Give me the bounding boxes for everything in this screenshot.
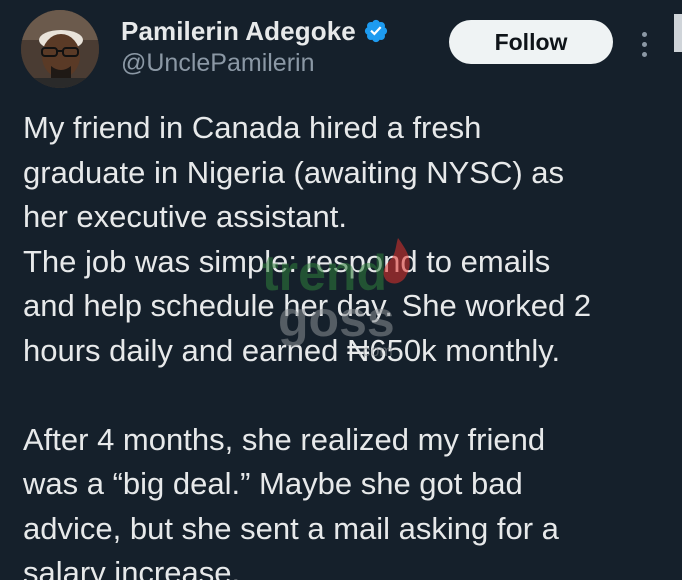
tweet-line: graduate in Nigeria (awaiting NYSC) as bbox=[23, 154, 565, 190]
author-name-row: Pamilerin Adegoke bbox=[121, 13, 389, 49]
tweet-line: The job was simple: respond to emails bbox=[23, 243, 551, 279]
edge-scrollbar bbox=[674, 14, 682, 52]
more-dot-icon bbox=[641, 51, 647, 57]
tweet-line: After 4 months, she realized my friend bbox=[23, 421, 546, 457]
tweet-line: advice, but she sent a mail asking for a bbox=[23, 510, 559, 546]
follow-button[interactable]: Follow bbox=[449, 20, 613, 64]
tweet-line: My friend in Canada hired a fresh bbox=[23, 110, 482, 145]
tweet-line: her executive assistant. bbox=[23, 199, 347, 234]
author-handle[interactable]: @UnclePamilerin bbox=[121, 49, 315, 78]
more-options-icon[interactable] bbox=[632, 26, 656, 62]
tweet-line: salary increase. bbox=[23, 555, 241, 580]
tweet-line: hours daily and earned ₦650k monthly. bbox=[23, 332, 561, 368]
more-dot-icon bbox=[641, 31, 647, 37]
tweet-text: My friend in Canada hired a fresh gradua… bbox=[23, 106, 673, 580]
verified-badge-icon[interactable] bbox=[363, 18, 389, 44]
more-dot-icon bbox=[641, 41, 647, 47]
tweet-card: Pamilerin Adegoke @UnclePamilerin Follow… bbox=[0, 0, 682, 580]
tweet-line: and help schedule her day. She worked 2 bbox=[23, 288, 592, 323]
tweet-line: was a “big deal.” Maybe she got bad bbox=[23, 466, 523, 501]
display-name[interactable]: Pamilerin Adegoke bbox=[121, 16, 356, 47]
avatar[interactable] bbox=[21, 10, 99, 88]
avatar-image bbox=[21, 10, 99, 88]
